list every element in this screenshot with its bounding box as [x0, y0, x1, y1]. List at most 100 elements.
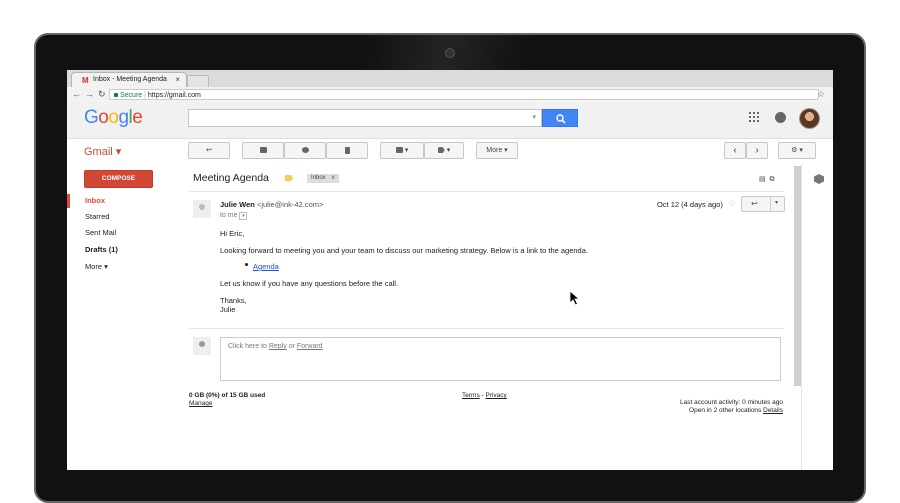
button-divider: [770, 197, 771, 211]
secure-label: Secure: [120, 92, 143, 99]
message-greeting: Hi Eric,: [220, 229, 245, 238]
message-subject: Meeting Agenda: [193, 172, 269, 184]
legal-links: Terms - Privacy: [462, 392, 507, 399]
sidebar-item-inbox[interactable]: Inbox: [85, 196, 105, 205]
reply-icon: ↩: [751, 199, 758, 208]
hangouts-panel-icon[interactable]: [814, 174, 824, 184]
folder-icon: [395, 147, 403, 154]
logo-letter: o: [108, 107, 119, 128]
gmail-favicon-icon: M: [82, 76, 89, 85]
back-to-inbox-button[interactable]: ↩: [188, 142, 230, 159]
older-button[interactable]: ›: [746, 142, 768, 159]
newer-button[interactable]: ‹: [724, 142, 746, 159]
google-logo[interactable]: Google: [84, 107, 143, 129]
lock-icon: [114, 93, 118, 97]
sender-avatar: [193, 200, 211, 218]
bookmark-star-icon[interactable]: ☆: [817, 89, 825, 100]
reply-or: or: [286, 343, 297, 350]
my-avatar: [193, 337, 211, 355]
sidebar-item-starred[interactable]: Starred: [85, 212, 110, 221]
reply-button[interactable]: ↩ ▾: [741, 196, 785, 212]
remove-label-icon[interactable]: x: [332, 175, 335, 181]
sender-name[interactable]: Julie Wen: [220, 200, 255, 209]
sender-line: Julie Wen <julie@ink-42.com>: [220, 200, 323, 209]
recipient-line: to me ▾: [220, 212, 248, 220]
archive-icon: [259, 147, 267, 154]
reply-prompt: Click here to: [228, 343, 269, 350]
labels-button[interactable]: ▾: [424, 142, 464, 159]
star-icon[interactable]: ☆: [728, 198, 736, 209]
sidebar-item-sent[interactable]: Sent Mail: [85, 228, 116, 237]
sender-email: <julie@ink-42.com>: [256, 200, 324, 209]
activity-details-link[interactable]: Details: [763, 407, 783, 414]
open-locations-text: Open in 2 other locations: [689, 407, 762, 414]
account-activity: Last account activity: 0 minutes ago Ope…: [627, 399, 783, 415]
new-window-icon[interactable]: ⧉: [770, 176, 775, 183]
message-signature: Julie: [220, 305, 236, 314]
list-bullet: [245, 263, 248, 266]
message-date: Oct 12 (4 days ago): [657, 200, 723, 209]
logo-letter: o: [98, 107, 109, 128]
storage-usage: 0 GB (0%) of 15 GB used: [189, 392, 266, 399]
important-marker-icon[interactable]: [285, 175, 293, 181]
search-icon: [556, 114, 566, 124]
browser-window: M Inbox - Meeting Agenda × ← → ↻ Secure …: [67, 70, 833, 470]
forward-arrow-icon[interactable]: →: [85, 89, 94, 99]
bezel-reflection: [366, 35, 566, 75]
back-arrow-icon[interactable]: ←: [72, 89, 81, 99]
side-panel: [801, 164, 833, 470]
message-paragraph-1: Looking forward to meeting you and your …: [220, 246, 588, 255]
delete-button[interactable]: [326, 142, 368, 159]
tab-close-icon[interactable]: ×: [175, 75, 180, 84]
label-icon: [437, 147, 445, 154]
inbox-label-chip[interactable]: Inbox x: [307, 174, 339, 183]
spam-icon: [301, 147, 309, 154]
account-avatar[interactable]: [799, 108, 820, 129]
apps-grid-icon[interactable]: [749, 112, 759, 122]
label-text: Inbox: [311, 175, 326, 181]
reload-icon[interactable]: ↻: [98, 89, 106, 100]
notifications-icon[interactable]: [775, 112, 786, 123]
compose-button[interactable]: COMPOSE: [84, 170, 153, 188]
to-me-text: to me: [220, 212, 238, 219]
browser-tab[interactable]: M Inbox - Meeting Agenda ×: [71, 72, 187, 87]
header-divider: [189, 191, 783, 192]
forward-link[interactable]: Forward: [297, 343, 323, 350]
back-arrow-icon: ↩: [206, 147, 212, 154]
action-toolbar: Gmail ▾ ↩ ▾ ▾ More ▾ ‹ › ⚙ ▾: [67, 138, 833, 164]
gmail-app-switcher[interactable]: Gmail ▾: [84, 145, 121, 158]
show-details-icon[interactable]: ▾: [239, 212, 248, 220]
tab-title: Inbox - Meeting Agenda: [93, 76, 167, 83]
terms-link[interactable]: Terms: [462, 392, 480, 399]
message-paragraph-2: Let us know if you have any questions be…: [220, 279, 399, 288]
message-closing: Thanks,: [220, 296, 247, 305]
agenda-link[interactable]: Agenda: [253, 262, 279, 271]
scrollbar[interactable]: [794, 166, 801, 386]
gmail-header: Google ▾: [67, 102, 833, 139]
report-spam-button[interactable]: [284, 142, 326, 159]
privacy-link[interactable]: Privacy: [485, 392, 506, 399]
sidebar-item-drafts[interactable]: Drafts (1): [85, 245, 118, 254]
search-button[interactable]: [542, 109, 578, 127]
reply-divider: [189, 328, 783, 329]
last-activity-text: Last account activity: 0 minutes ago: [680, 399, 783, 406]
more-reply-options-icon[interactable]: ▾: [775, 199, 778, 206]
settings-button[interactable]: ⚙ ▾: [778, 142, 816, 159]
reply-link[interactable]: Reply: [269, 343, 287, 350]
tab-bar: M Inbox - Meeting Agenda ×: [67, 70, 833, 88]
sidebar-item-more[interactable]: More ▾: [85, 262, 108, 271]
message-top-actions: ▤ ⧉: [759, 175, 775, 184]
manage-storage-link[interactable]: Manage: [189, 400, 213, 407]
archive-button[interactable]: [242, 142, 284, 159]
trash-icon: [344, 146, 350, 154]
reply-box[interactable]: Click here to Reply or Forward: [220, 337, 781, 381]
search-options-dropdown-icon[interactable]: ▾: [532, 113, 536, 121]
mouse-cursor-icon: [569, 290, 581, 306]
webcam-icon: [445, 48, 455, 58]
search-input[interactable]: ▾: [188, 109, 542, 127]
move-to-button[interactable]: ▾: [380, 142, 424, 159]
more-button[interactable]: More ▾: [476, 142, 518, 159]
storage-info: 0 GB (0%) of 15 GB used Manage: [189, 392, 265, 408]
print-icon[interactable]: ▤: [759, 176, 766, 183]
url-field[interactable]: Secure | https://gmail.com: [109, 89, 819, 100]
